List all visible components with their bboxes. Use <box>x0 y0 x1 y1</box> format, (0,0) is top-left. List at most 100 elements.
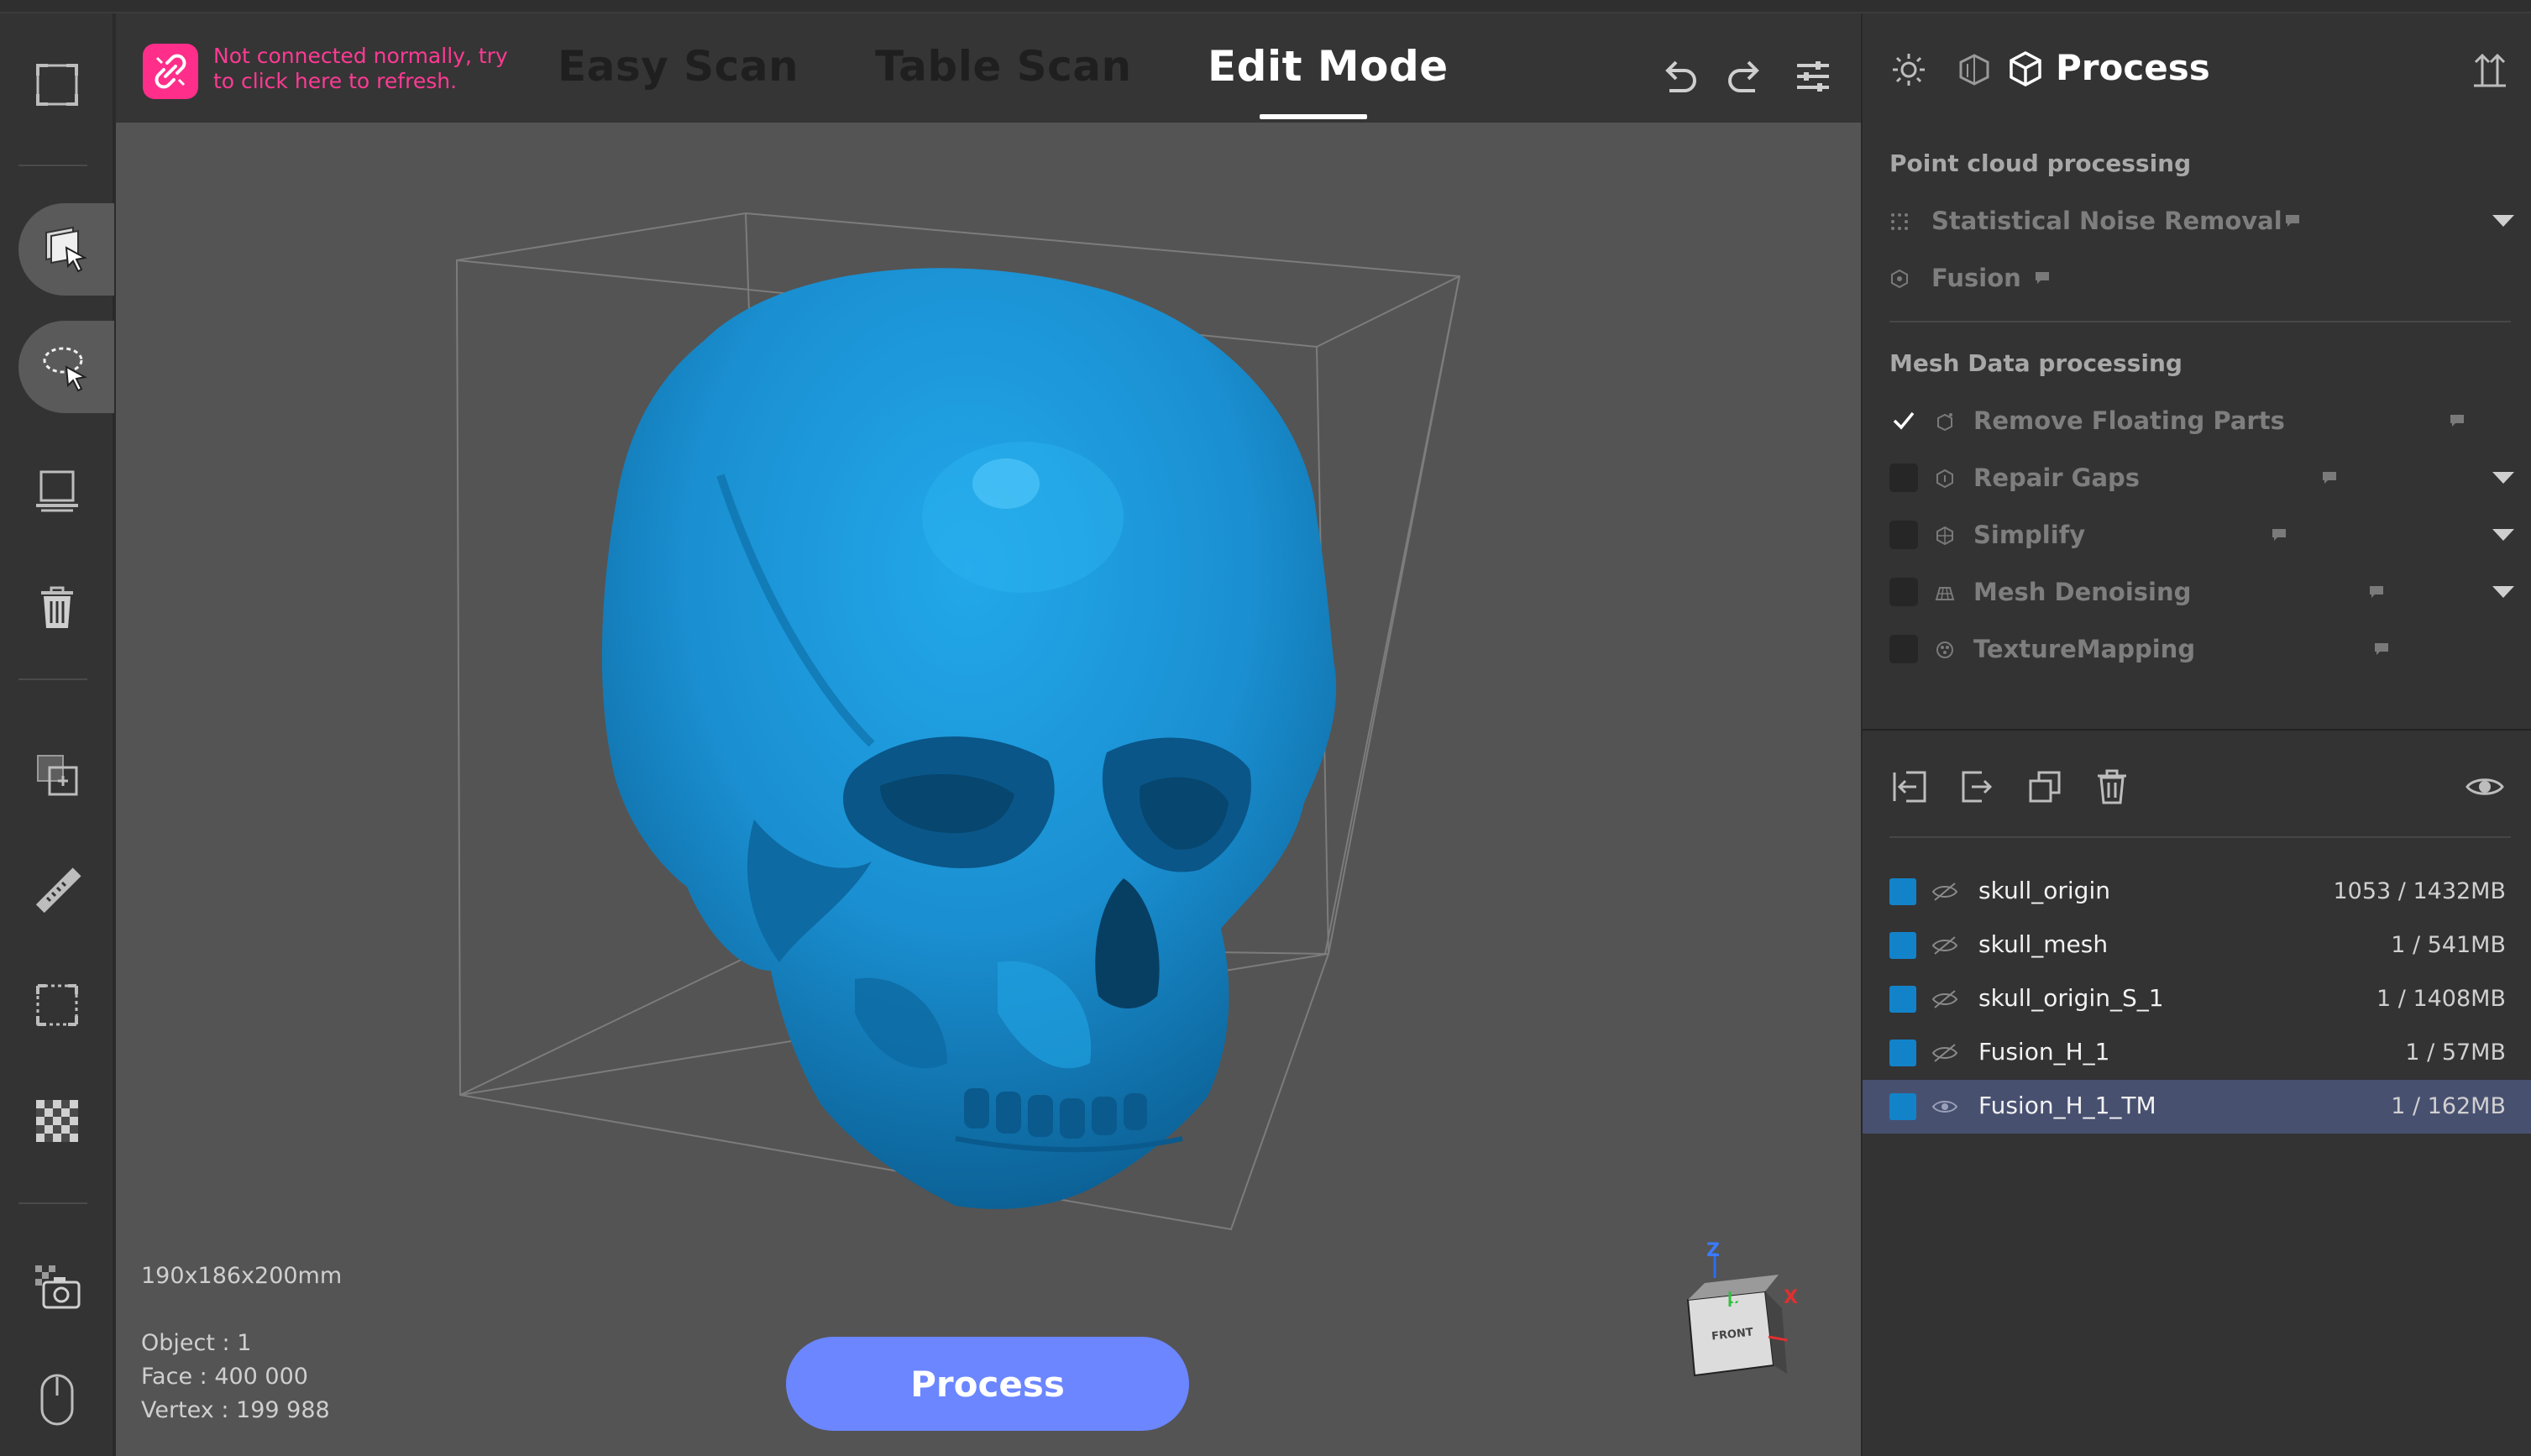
process-button[interactable]: Process <box>786 1337 1189 1431</box>
eye-hidden-icon[interactable] <box>1931 1041 1958 1065</box>
eye-hidden-icon[interactable] <box>1931 987 1958 1011</box>
layer-size: 1 / 162MB <box>2391 1093 2506 1119</box>
layer-row-selected[interactable]: Fusion_H_1_TM 1 / 162MB <box>1863 1080 2531 1134</box>
process-cube-icon <box>2010 51 2041 86</box>
mouse-controls-button[interactable] <box>0 1354 114 1446</box>
screenshot-button[interactable] <box>0 1241 114 1333</box>
info-flag-icon[interactable] <box>2321 470 2338 485</box>
option-mesh-denoising[interactable]: Mesh Denoising <box>1889 574 2514 611</box>
chevron-down-icon[interactable] <box>2492 529 2514 541</box>
chevron-down-icon[interactable] <box>2492 215 2514 227</box>
visibility-eye-icon[interactable] <box>2465 767 2504 806</box>
repair-gaps-icon <box>1936 469 1953 489</box>
import-icon[interactable] <box>1891 767 1930 806</box>
checkbox[interactable] <box>1889 578 1918 606</box>
option-remove-floating-parts[interactable]: Remove Floating Parts <box>1889 403 2511 440</box>
tab-edit-mode[interactable]: Edit Mode <box>1208 42 1449 91</box>
checkbox-checked[interactable] <box>1889 406 1918 435</box>
layer-row[interactable]: skull_origin_S_1 1 / 1408MB <box>1863 972 2531 1026</box>
left-toolbar <box>0 13 114 1456</box>
svg-text:Z: Z <box>1706 1240 1720 1261</box>
active-tab-indicator <box>1260 114 1367 119</box>
option-fusion[interactable]: Fusion <box>1889 260 2511 297</box>
layer-name: skull_origin_S_1 <box>1978 984 2164 1012</box>
info-flag-icon[interactable] <box>2284 213 2301 228</box>
panel-title: Process <box>2056 47 2210 88</box>
option-texture-mapping[interactable]: TextureMapping <box>1889 631 2511 668</box>
texture-toggle-button[interactable] <box>0 1075 114 1167</box>
model-shading-icon[interactable] <box>1957 52 1992 87</box>
layer-name: Fusion_H_1 <box>1978 1038 2110 1066</box>
layer-color-swatch[interactable] <box>1889 1040 1916 1066</box>
connection-status-button[interactable] <box>143 44 198 99</box>
fit-view-button[interactable] <box>0 39 114 131</box>
select-cursor-icon <box>45 226 87 273</box>
eye-hidden-icon[interactable] <box>1931 934 1958 957</box>
layer-color-swatch[interactable] <box>1889 932 1916 959</box>
panel-header: Process <box>1863 13 2531 123</box>
sort-arrows-icon[interactable] <box>2472 50 2507 89</box>
layer-color-swatch[interactable] <box>1889 1093 1916 1120</box>
tab-table-scan[interactable]: Table Scan <box>875 42 1132 91</box>
checkbox[interactable] <box>1889 464 1918 492</box>
option-simplify[interactable]: Simplify <box>1889 517 2514 554</box>
layer-color-swatch[interactable] <box>1889 986 1916 1013</box>
redo-icon[interactable] <box>1725 55 1767 97</box>
eye-icon[interactable] <box>1931 1095 1958 1118</box>
option-label: Statistical Noise Removal <box>1931 207 2282 235</box>
face-count: Face : 400 000 <box>141 1364 308 1390</box>
delete-layer-icon[interactable] <box>2093 767 2131 806</box>
delete-tool-button[interactable] <box>0 561 114 653</box>
3d-viewport[interactable]: Z Y X FRONT 190x186x200mm Object : 1 Fac… <box>116 123 1861 1456</box>
layer-row[interactable]: Fusion_H_1 1 / 57MB <box>1863 1026 2531 1080</box>
checkbox[interactable] <box>1889 635 1918 663</box>
right-panel: Process Point cloud processing Statistic… <box>1861 13 2531 1456</box>
merge-button[interactable] <box>0 729 114 821</box>
info-flag-icon[interactable] <box>2271 527 2287 542</box>
layer-row[interactable]: skull_origin 1053 / 1432MB <box>1863 865 2531 919</box>
info-flag-icon[interactable] <box>2373 642 2390 657</box>
vertex-count: Vertex : 199 988 <box>141 1397 330 1423</box>
eye-hidden-icon[interactable] <box>1931 880 1958 903</box>
panel-divider <box>1863 729 2531 731</box>
layer-row[interactable]: skull_mesh 1 / 541MB <box>1863 919 2531 972</box>
settings-sliders-icon[interactable] <box>1792 55 1834 97</box>
layer-color-swatch[interactable] <box>1889 878 1916 905</box>
duplicate-icon[interactable] <box>2025 767 2064 806</box>
undo-icon[interactable] <box>1658 55 1700 97</box>
object-count: Object : 1 <box>141 1330 252 1356</box>
point-cloud-section-title: Point cloud processing <box>1889 149 2192 177</box>
brightness-icon[interactable] <box>1891 52 1926 87</box>
measure-button[interactable] <box>0 845 114 937</box>
tab-easy-scan[interactable]: Easy Scan <box>558 42 799 91</box>
bounding-box-button[interactable] <box>0 959 114 1051</box>
option-label: Repair Gaps <box>1973 464 2141 492</box>
option-label: Simplify <box>1973 521 2086 549</box>
simplify-icon <box>1936 526 1953 546</box>
option-statistical-noise-removal[interactable]: Statistical Noise Removal <box>1889 203 2514 240</box>
info-flag-icon[interactable] <box>2368 584 2385 600</box>
option-repair-gaps[interactable]: Repair Gaps <box>1889 460 2514 497</box>
checkbox[interactable] <box>1889 521 1918 549</box>
chevron-down-icon[interactable] <box>2492 586 2514 598</box>
noise-icon <box>1891 213 1908 230</box>
chevron-down-icon[interactable] <box>2492 472 2514 484</box>
export-icon[interactable] <box>1958 767 1997 806</box>
scene-canvas[interactable] <box>116 123 1861 1456</box>
option-label: Fusion <box>1931 264 2021 292</box>
checkmark-icon <box>1893 411 1915 430</box>
info-flag-icon[interactable] <box>2034 270 2051 285</box>
layer-size: 1 / 1408MB <box>2376 986 2506 1012</box>
skull-model[interactable] <box>601 268 1337 1209</box>
svg-text:X: X <box>1784 1287 1798 1303</box>
info-flag-icon[interactable] <box>2449 413 2465 428</box>
section-divider <box>1889 836 2511 838</box>
lasso-select-button[interactable] <box>18 321 114 413</box>
floating-parts-icon <box>1937 413 1952 432</box>
plane-cut-button[interactable] <box>0 443 114 536</box>
texture-mapping-icon <box>1936 642 1953 658</box>
connection-warning-text[interactable]: Not connected normally, try to click her… <box>213 44 532 94</box>
top-header: Not connected normally, try to click her… <box>116 13 1861 123</box>
select-tool-button[interactable] <box>18 203 114 296</box>
dashed-box-icon <box>36 984 78 1026</box>
